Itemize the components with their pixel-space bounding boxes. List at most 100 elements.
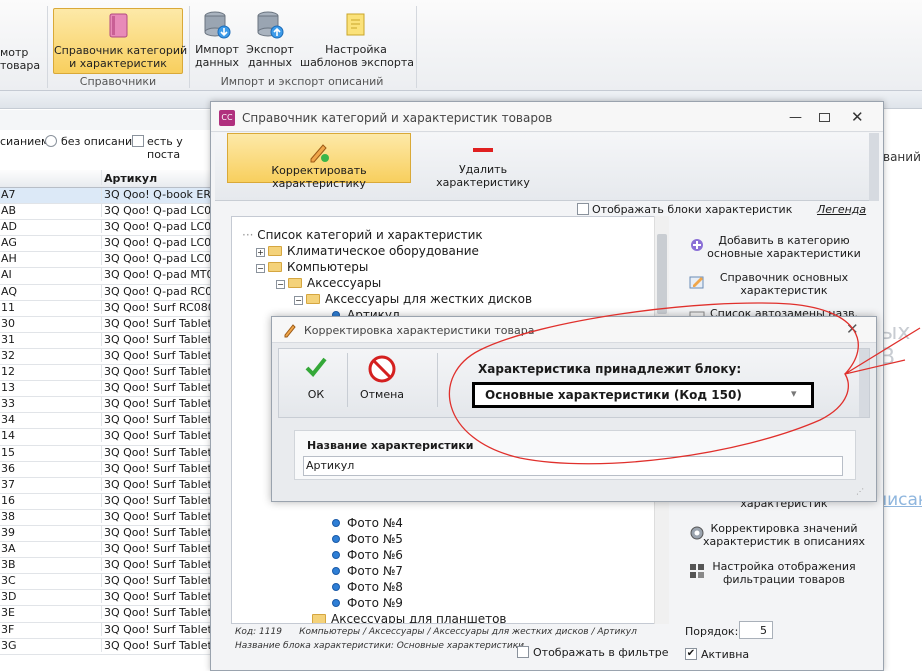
dialog-toolbar-scroll[interactable] [859, 349, 869, 417]
row-code: 3F [1, 622, 15, 636]
export-data-button[interactable]: Экспорт данных [245, 8, 295, 74]
filter-display-settings-button[interactable]: Настройка отображения фильтрации товаров [681, 560, 871, 586]
cancel-button[interactable]: Отмена [349, 355, 415, 401]
tree-node[interactable]: Компьютеры [287, 260, 368, 274]
tree-node[interactable]: Фото №5 [347, 532, 403, 546]
no-description-radio[interactable] [45, 135, 57, 147]
table-row[interactable]: 13 3Q Qoo! Surf Tablet P [0, 381, 212, 398]
table-row[interactable]: AG 3Q Qoo! Q-pad LC080 [0, 236, 212, 253]
table-row[interactable]: 3C 3Q Qoo! Surf Tablet P [0, 574, 212, 591]
row-article: 3Q Qoo! Surf Tablet P [101, 622, 212, 636]
table-row[interactable]: 38 3Q Qoo! Surf Tablet P [0, 509, 212, 526]
collapse-icon[interactable]: − [256, 264, 265, 273]
order-input[interactable]: 5 [739, 621, 773, 639]
ok-button[interactable]: ОК [287, 355, 345, 401]
tree-node[interactable]: Аксессуары для планшетов [331, 612, 506, 623]
name-input[interactable]: Артикул [303, 456, 843, 476]
import-data-button[interactable]: Импорт данных [192, 8, 242, 74]
categories-reference-button[interactable]: Справочник категорий и характеристик [53, 8, 187, 74]
close-icon[interactable]: ✕ [851, 108, 864, 126]
table-row[interactable]: 34 3Q Qoo! Surf Tablet P [0, 413, 212, 430]
correct-values-button[interactable]: Корректировка значений характеристик в о… [681, 522, 871, 548]
table-row[interactable]: 3B 3Q Qoo! Surf Tablet P [0, 558, 212, 575]
legend-link[interactable]: Легенда [817, 203, 866, 216]
table-row[interactable]: 14 3Q Qoo! Surf Tablet P [0, 429, 212, 446]
tree-node[interactable]: Фото №9 [347, 596, 403, 610]
table-row[interactable]: 15 3Q Qoo! Surf Tablet P [0, 445, 212, 462]
expand-icon[interactable]: + [256, 248, 265, 257]
database-export-icon [255, 10, 285, 40]
table-row[interactable]: AI 3Q Qoo! Q-pad MT072 [0, 268, 212, 285]
maximize-icon[interactable] [819, 113, 830, 122]
block-select[interactable]: Основные характеристики (Код 150) ▾ [472, 382, 814, 408]
table-row[interactable]: 36 3Q Qoo! Surf Tablet P [0, 461, 212, 478]
table-row[interactable]: AD 3Q Qoo! Q-pad LC072 [0, 220, 212, 237]
resize-grip-icon[interactable]: ⋰ [856, 487, 864, 496]
cancel-label: Отмена [359, 388, 405, 401]
add-main-characteristics-button[interactable]: Добавить в категорию основные характерис… [681, 234, 871, 260]
table-row[interactable]: A7 3Q Qoo! Q-book ER71 [0, 188, 212, 205]
supplier-checkbox[interactable] [132, 135, 144, 147]
characteristic-icon [332, 599, 340, 607]
tree-node[interactable]: Фото №8 [347, 580, 403, 594]
show-blocks-checkbox[interactable] [577, 203, 589, 215]
row-article: 3Q Qoo! Surf Tablet P [101, 348, 212, 362]
filter-option-partial[interactable]: сианием [0, 135, 49, 148]
export-data-label: Экспорт данных [246, 43, 294, 69]
main-characteristics-reference-button[interactable]: Справочник основных характеристик [681, 271, 871, 297]
show-in-filter-checkbox[interactable] [517, 646, 529, 658]
tree-node[interactable]: Фото №6 [347, 548, 403, 562]
minus-icon [415, 133, 551, 163]
collapse-icon[interactable]: − [294, 296, 303, 305]
row-code: AB [1, 204, 17, 218]
table-row[interactable]: 37 3Q Qoo! Surf Tablet P [0, 477, 212, 494]
row-article: 3Q Qoo! Q-pad MT072 [101, 268, 212, 282]
folder-icon [288, 278, 302, 288]
table-row[interactable]: 32 3Q Qoo! Surf Tablet P [0, 348, 212, 366]
tree-node[interactable]: Фото №4 [347, 516, 403, 530]
table-row[interactable]: 3F 3Q Qoo! Surf Tablet P [0, 622, 212, 639]
tree-node[interactable]: Аксессуары для жестких дисков [325, 292, 532, 306]
dialog-close-icon[interactable]: ✕ [846, 320, 859, 338]
tree-node[interactable]: Список категорий и характеристик [257, 228, 482, 242]
show-in-filter-label: Отображать в фильтре [533, 646, 669, 659]
table-row[interactable]: 11 3Q Qoo! Surf RC0805I [0, 300, 212, 317]
tree-node[interactable]: Фото №7 [347, 564, 403, 578]
tree-node[interactable]: Аксессуары [307, 276, 381, 290]
table-row[interactable]: 12 3Q Qoo! Surf Tablet P [0, 365, 212, 382]
chevron-down-icon[interactable]: ▾ [791, 387, 797, 400]
table-row[interactable]: 39 3Q Qoo! Surf Tablet P [0, 525, 212, 543]
edit-characteristic-dialog: Корректировка характеристики товара ✕ ОК… [271, 316, 877, 502]
row-code: 3A [1, 542, 16, 556]
table-row[interactable]: 16 3Q Qoo! Surf Tablet P [0, 493, 212, 510]
table-row[interactable]: AQ 3Q Qoo! Q-pad RC071 [0, 284, 212, 301]
row-article: 3Q Qoo! Surf Tablet P [101, 574, 212, 588]
table-row[interactable]: 3E 3Q Qoo! Surf Tablet P [0, 606, 212, 623]
no-description-label: без описания [61, 135, 139, 148]
table-row[interactable]: 3D 3Q Qoo! Surf Tablet P [0, 590, 212, 607]
row-code: 15 [1, 445, 15, 459]
collapse-icon[interactable]: − [276, 280, 285, 289]
export-templates-button[interactable]: Настройка шаблонов экспорта [300, 8, 414, 74]
table-row[interactable]: AB 3Q Qoo! Q-pad LC072 [0, 204, 212, 221]
view-product-button[interactable]: мотр товара [0, 8, 44, 74]
scroll-thumb[interactable] [657, 234, 667, 314]
table-row[interactable]: 3G 3Q Qoo! Surf Tablet P [0, 638, 212, 655]
table-row[interactable]: 31 3Q Qoo! Surf Tablet P [0, 332, 212, 349]
row-code: 33 [1, 397, 15, 411]
tree-node[interactable]: Климатическое оборудование [287, 244, 479, 258]
table-row[interactable]: AH 3Q Qoo! Q-pad LC081 [0, 252, 212, 269]
table-row[interactable]: 33 3Q Qoo! Surf Tablet P [0, 397, 212, 414]
table-row[interactable]: 3A 3Q Qoo! Surf Tablet P [0, 542, 212, 559]
filter-bar [0, 110, 212, 130]
grid-col-header-article[interactable]: Артикул [101, 170, 212, 185]
minimize-icon[interactable]: — [789, 110, 802, 125]
edit-characteristic-button[interactable]: Корректировать характеристику [227, 133, 411, 190]
delete-characteristic-label: Удалить характеристику [436, 163, 530, 189]
delete-characteristic-button[interactable]: Удалить характеристику [415, 133, 551, 189]
active-checkbox[interactable]: ✔ [685, 648, 697, 660]
row-code: AD [1, 220, 17, 234]
row-code: 32 [1, 348, 15, 362]
table-row[interactable]: 30 3Q Qoo! Surf Tablet P [0, 316, 212, 333]
toolbar-scroll[interactable] [869, 133, 879, 201]
